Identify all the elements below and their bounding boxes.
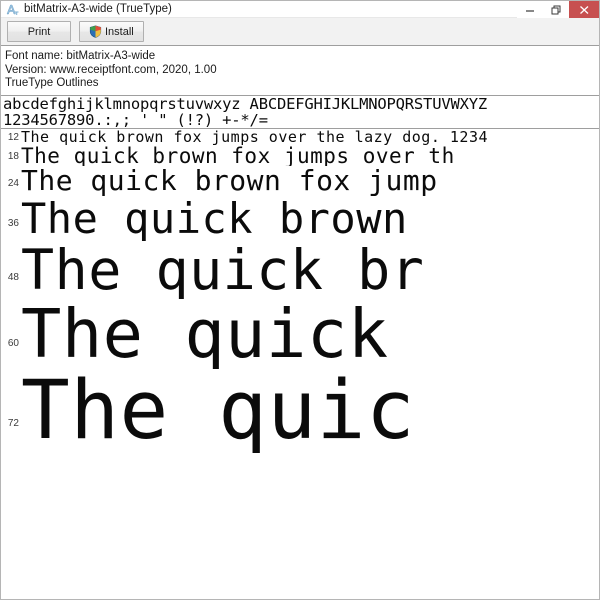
sample-size-label: 60 bbox=[7, 337, 19, 349]
window-controls bbox=[517, 1, 599, 18]
sample-row: 18 The quick brown fox jumps over th bbox=[1, 145, 599, 166]
charset-line-digits: 1234567890.:,; ' " (!?) +-*/= bbox=[3, 111, 268, 128]
toolbar: Print Install bbox=[1, 18, 599, 45]
sample-row: 48 The quick br bbox=[1, 241, 599, 299]
close-icon[interactable] bbox=[569, 1, 599, 18]
print-button-label: Print bbox=[27, 25, 51, 38]
sample-sizes-area: 12 The quick brown fox jumps over the la… bbox=[1, 128, 599, 599]
sample-size-label: 36 bbox=[7, 217, 19, 229]
sample-text: The quick brown fox jumps over th bbox=[21, 144, 455, 166]
restore-icon[interactable] bbox=[543, 1, 569, 18]
sample-row: 36 The quick brown bbox=[1, 196, 599, 241]
sample-row: 60 The quick bbox=[1, 299, 599, 369]
font-version-line: Version: www.receiptfont.com, 2020, 1.00 bbox=[5, 63, 217, 76]
install-button-label: Install bbox=[105, 25, 134, 38]
window-title: bitMatrix-A3-wide (TrueType) bbox=[24, 3, 172, 15]
uac-shield-icon bbox=[89, 25, 102, 38]
sample-row: 72 The quic bbox=[1, 369, 599, 453]
sample-text: The quick brown fox jumps over the lazy … bbox=[21, 128, 489, 145]
sample-row: 12 The quick brown fox jumps over the la… bbox=[1, 129, 599, 145]
font-preview-window: bitMatrix-A3-wide (TrueType) Print Insta… bbox=[0, 0, 600, 600]
minimize-icon[interactable] bbox=[517, 1, 543, 18]
sample-size-label: 18 bbox=[7, 150, 19, 162]
print-button[interactable]: Print bbox=[7, 21, 71, 42]
sample-row: 24 The quick brown fox jump bbox=[1, 166, 599, 196]
sample-text: The quic bbox=[21, 368, 416, 453]
sample-size-label: 24 bbox=[7, 177, 19, 189]
charset-line-alpha: abcdefghijklmnopqrstuvwxyz ABCDEFGHIJKLM… bbox=[3, 95, 487, 112]
font-info-block: Font name: bitMatrix-A3-wide Version: ww… bbox=[1, 46, 599, 93]
font-name-line: Font name: bitMatrix-A3-wide bbox=[5, 50, 156, 62]
sample-text: The quick brown bbox=[21, 195, 408, 241]
sample-size-label: 48 bbox=[7, 271, 19, 283]
title-bar: bitMatrix-A3-wide (TrueType) bbox=[1, 1, 599, 18]
charset-preview: abcdefghijklmnopqrstuvwxyz ABCDEFGHIJKLM… bbox=[1, 95, 599, 128]
sample-size-label: 12 bbox=[7, 131, 19, 143]
font-a-icon bbox=[4, 2, 20, 16]
sample-size-label: 72 bbox=[7, 417, 19, 429]
sample-text: The quick brown fox jump bbox=[21, 165, 438, 196]
sample-text: The quick br bbox=[21, 240, 425, 299]
font-outlines-line: TrueType Outlines bbox=[5, 77, 99, 89]
install-button[interactable]: Install bbox=[79, 21, 144, 42]
sample-text: The quick bbox=[21, 298, 389, 369]
